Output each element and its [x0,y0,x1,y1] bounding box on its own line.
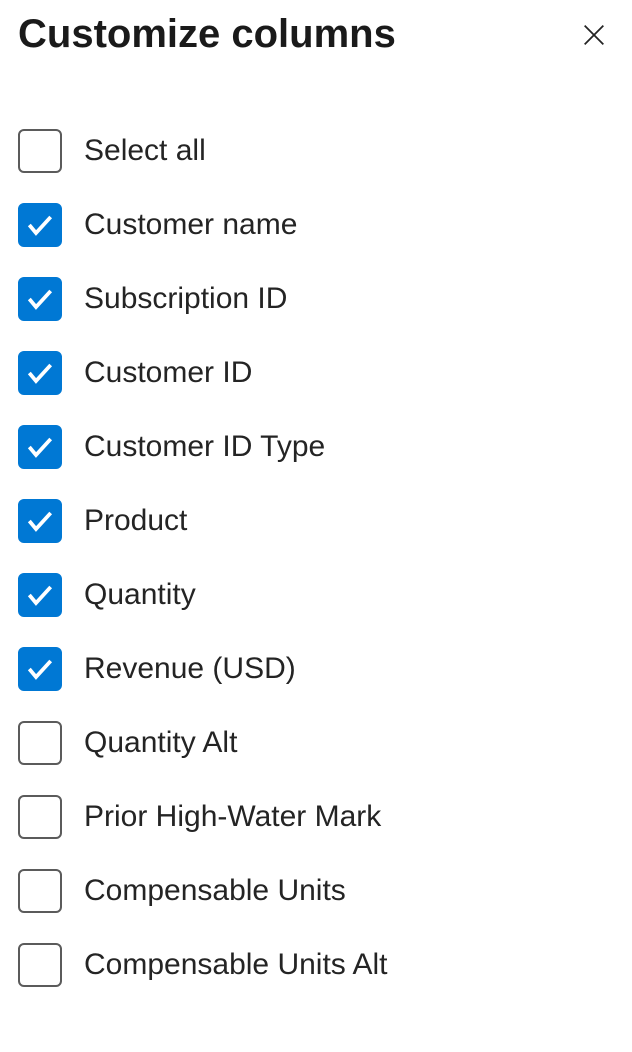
checkbox-label: Revenue (USD) [84,652,296,686]
checkmark-icon [24,357,56,389]
checkmark-icon [24,209,56,241]
checkmark-icon [24,283,56,315]
checkbox-row-compensable-units[interactable]: Compensable Units [18,869,614,913]
checkbox-label: Customer ID Type [84,430,325,464]
checkbox-label: Select all [84,134,206,168]
panel-header: Customize columns [18,12,614,57]
checkbox-row-customer-id-type[interactable]: Customer ID Type [18,425,614,469]
checkbox-input[interactable] [18,203,62,247]
checkmark-icon [24,505,56,537]
checkbox-label: Prior High-Water Mark [84,800,381,834]
checkbox-label: Quantity [84,578,196,612]
checkbox-input[interactable] [18,869,62,913]
checkbox-row-customer-id[interactable]: Customer ID [18,351,614,395]
checkbox-input[interactable] [18,277,62,321]
checkbox-label: Quantity Alt [84,726,237,760]
checkmark-icon [24,579,56,611]
checkbox-row-product[interactable]: Product [18,499,614,543]
checkbox-label: Customer ID [84,356,252,390]
checkbox-row-quantity[interactable]: Quantity [18,573,614,617]
checkbox-input[interactable] [18,573,62,617]
close-button[interactable] [574,15,614,55]
checkmark-icon [24,653,56,685]
checkbox-input[interactable] [18,795,62,839]
checkbox-input[interactable] [18,129,62,173]
checkbox-label: Compensable Units [84,874,346,908]
checkbox-row-quantity-alt[interactable]: Quantity Alt [18,721,614,765]
checkbox-input[interactable] [18,351,62,395]
checkbox-row-revenue[interactable]: Revenue (USD) [18,647,614,691]
checkbox-list: Select all Customer name Subscription ID… [18,129,614,987]
checkbox-row-customer-name[interactable]: Customer name [18,203,614,247]
checkbox-input[interactable] [18,721,62,765]
checkbox-input[interactable] [18,499,62,543]
checkbox-row-compensable-units-alt[interactable]: Compensable Units Alt [18,943,614,987]
checkbox-row-select-all[interactable]: Select all [18,129,614,173]
panel-title: Customize columns [18,12,396,57]
checkbox-label: Subscription ID [84,282,287,316]
checkbox-label: Customer name [84,208,297,242]
checkbox-input[interactable] [18,647,62,691]
checkbox-input[interactable] [18,943,62,987]
checkbox-label: Compensable Units Alt [84,948,388,982]
checkbox-row-prior-high-water-mark[interactable]: Prior High-Water Mark [18,795,614,839]
checkbox-input[interactable] [18,425,62,469]
checkbox-row-subscription-id[interactable]: Subscription ID [18,277,614,321]
checkbox-label: Product [84,504,187,538]
checkmark-icon [24,431,56,463]
close-icon [580,21,608,49]
